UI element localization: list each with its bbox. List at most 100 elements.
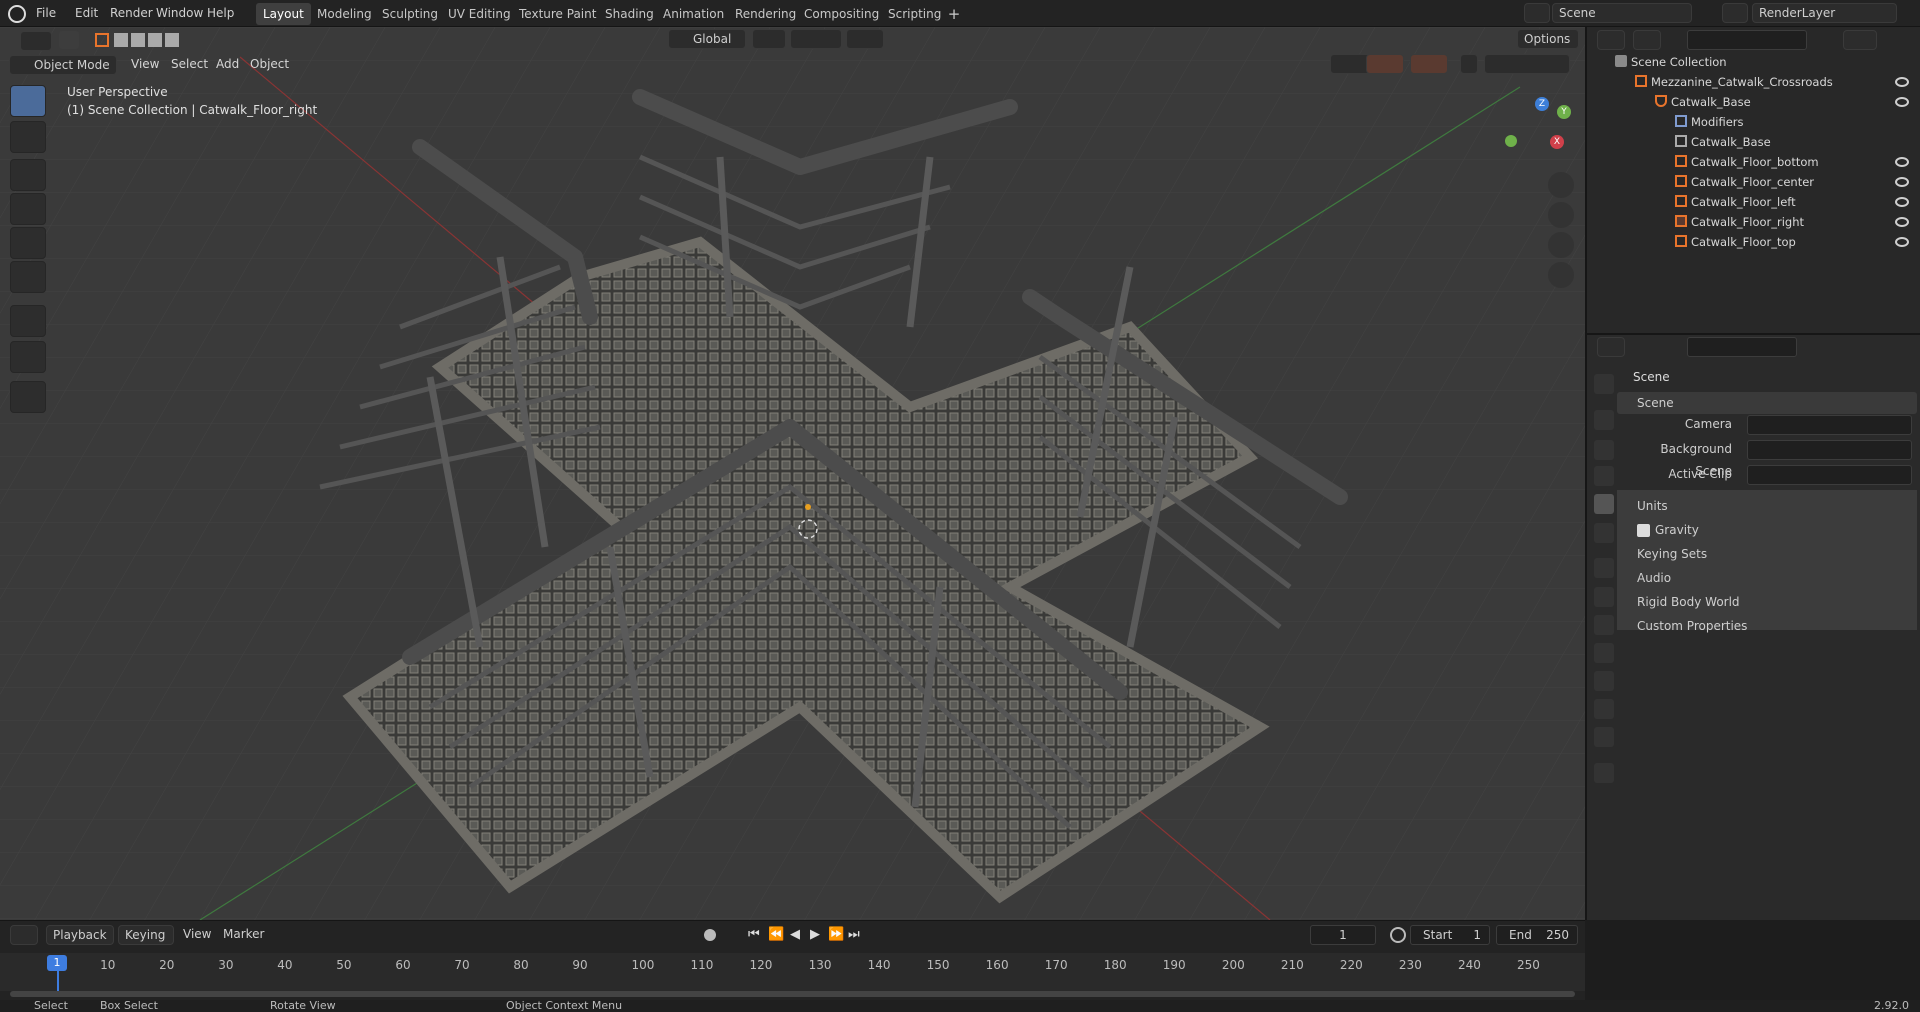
menu-file[interactable]: File bbox=[30, 4, 62, 23]
tool-tab-icon[interactable] bbox=[1594, 374, 1614, 394]
panel-rigid-body-world[interactable]: Rigid Body World bbox=[1637, 591, 1740, 613]
gizmo-y-icon[interactable]: Y bbox=[1557, 105, 1571, 119]
particles-tab-icon[interactable] bbox=[1594, 615, 1614, 635]
eye-icon[interactable] bbox=[1895, 237, 1909, 247]
material-tab-icon[interactable] bbox=[1594, 727, 1614, 747]
play-icon[interactable]: ▶ bbox=[810, 927, 820, 942]
jump-keyframe-back-icon[interactable]: ⏪ bbox=[768, 927, 784, 942]
view-layer-tab-icon[interactable] bbox=[1594, 466, 1614, 486]
measure-tool-icon[interactable] bbox=[10, 341, 46, 373]
add-cube-tool-icon[interactable] bbox=[10, 381, 46, 413]
eye-icon[interactable] bbox=[1895, 77, 1909, 87]
outliner-display-mode-icon[interactable] bbox=[1633, 30, 1661, 50]
gizmo-toggle-icon[interactable] bbox=[1366, 54, 1404, 74]
physics-tab-icon[interactable] bbox=[1594, 643, 1614, 663]
view-layer-icon[interactable] bbox=[1722, 3, 1748, 23]
add-workspace-icon[interactable]: + bbox=[944, 4, 964, 24]
gizmo-z-icon[interactable]: Z bbox=[1535, 97, 1549, 111]
select-mode-extend-icon[interactable] bbox=[114, 33, 128, 47]
jump-start-icon[interactable]: ⏮ bbox=[748, 927, 760, 942]
keying-menu[interactable]: Keying bbox=[118, 925, 174, 945]
timeline-scrollbar[interactable] bbox=[10, 991, 1575, 997]
render-tab-icon[interactable] bbox=[1594, 410, 1614, 430]
3d-viewport[interactable] bbox=[0, 27, 1585, 920]
tab-rendering[interactable]: Rendering bbox=[728, 3, 803, 25]
properties-search-input[interactable] bbox=[1687, 337, 1797, 357]
tab-texture-paint[interactable]: Texture Paint bbox=[512, 3, 603, 25]
data-tab-icon[interactable] bbox=[1594, 699, 1614, 719]
current-frame-field[interactable]: 1 bbox=[1310, 925, 1376, 945]
gravity-checkbox[interactable] bbox=[1637, 524, 1650, 537]
end-frame-field[interactable]: End 250 bbox=[1496, 925, 1578, 945]
outliner-filter-icon[interactable] bbox=[1843, 30, 1877, 50]
texture-tab-icon[interactable] bbox=[1594, 763, 1614, 783]
panel-audio[interactable]: Audio bbox=[1637, 567, 1671, 589]
modifier-tab-icon[interactable] bbox=[1594, 587, 1614, 607]
tab-modeling[interactable]: Modeling bbox=[310, 3, 379, 25]
select-box-tool-icon[interactable] bbox=[10, 85, 46, 117]
select-tool-icon[interactable] bbox=[58, 30, 80, 50]
select-mode-intersect-icon[interactable] bbox=[165, 33, 179, 47]
timeline-view-menu[interactable]: View bbox=[183, 927, 211, 941]
select-mode-invert-icon[interactable] bbox=[148, 33, 162, 47]
ortho-grid-icon[interactable] bbox=[1548, 262, 1574, 288]
outliner-editor-icon[interactable] bbox=[1597, 30, 1625, 50]
gizmo-neg-y-icon[interactable] bbox=[1505, 135, 1517, 147]
scale-tool-icon[interactable] bbox=[10, 227, 46, 259]
constraints-tab-icon[interactable] bbox=[1594, 671, 1614, 691]
outliner-row[interactable]: Catwalk_Floor_center bbox=[1587, 172, 1920, 192]
outliner-scene-collection[interactable]: Scene Collection bbox=[1587, 52, 1920, 72]
tab-scripting[interactable]: Scripting bbox=[881, 3, 948, 25]
camera-field[interactable] bbox=[1747, 415, 1912, 435]
tab-uv-editing[interactable]: UV Editing bbox=[441, 3, 518, 25]
eye-icon[interactable] bbox=[1895, 217, 1909, 227]
viewport-menu-view[interactable]: View bbox=[131, 55, 159, 73]
outliner-row[interactable]: Catwalk_Floor_top bbox=[1587, 232, 1920, 252]
xray-icon[interactable] bbox=[1460, 54, 1478, 74]
clock-icon[interactable] bbox=[1390, 927, 1406, 943]
panel-scene-header[interactable]: Scene bbox=[1617, 392, 1917, 414]
outliner-search-input[interactable] bbox=[1687, 30, 1807, 50]
play-reverse-icon[interactable]: ◀ bbox=[790, 927, 800, 942]
outliner-row[interactable]: Catwalk_Base bbox=[1587, 92, 1920, 112]
eye-icon[interactable] bbox=[1895, 97, 1909, 107]
jump-keyframe-forward-icon[interactable]: ⏩ bbox=[828, 927, 844, 942]
eye-icon[interactable] bbox=[1895, 157, 1909, 167]
camera-view-icon[interactable] bbox=[1548, 232, 1574, 258]
rotate-tool-icon[interactable] bbox=[10, 193, 46, 225]
viewport-menu-object[interactable]: Object bbox=[250, 55, 289, 73]
pivot-point-icon[interactable] bbox=[752, 29, 786, 49]
playback-menu[interactable]: Playback bbox=[46, 925, 114, 945]
tab-sculpting[interactable]: Sculpting bbox=[375, 3, 445, 25]
tab-compositing[interactable]: Compositing bbox=[797, 3, 886, 25]
world-tab-icon[interactable] bbox=[1594, 523, 1614, 543]
object-mode-dropdown[interactable]: Object Mode bbox=[9, 55, 117, 75]
tab-shading[interactable]: Shading bbox=[598, 3, 661, 25]
blender-logo-icon[interactable] bbox=[8, 5, 26, 23]
gizmo-x-icon[interactable]: X bbox=[1550, 135, 1564, 149]
record-icon[interactable] bbox=[704, 929, 716, 941]
outliner-row[interactable]: Catwalk_Base bbox=[1587, 132, 1920, 152]
timeline-marker-menu[interactable]: Marker bbox=[223, 927, 264, 941]
playhead[interactable]: 1 bbox=[47, 955, 67, 971]
panel-custom-properties[interactable]: Custom Properties bbox=[1637, 615, 1747, 637]
cursor-tool-icon[interactable] bbox=[10, 121, 46, 153]
tab-layout[interactable]: Layout bbox=[256, 3, 311, 25]
transform-orientation-dropdown[interactable]: Global bbox=[668, 29, 746, 49]
proportional-edit-icon[interactable] bbox=[846, 29, 884, 49]
transform-tool-icon[interactable] bbox=[10, 261, 46, 293]
active-clip-field[interactable] bbox=[1747, 465, 1912, 485]
options-dropdown[interactable]: Options bbox=[1517, 29, 1579, 49]
outliner-row[interactable]: Catwalk_Floor_left bbox=[1587, 192, 1920, 212]
annotate-tool-icon[interactable] bbox=[10, 305, 46, 337]
snap-icon[interactable] bbox=[790, 29, 842, 49]
move-tool-icon[interactable] bbox=[10, 159, 46, 191]
panel-keying-sets[interactable]: Keying Sets bbox=[1637, 543, 1707, 565]
viewport-menu-select[interactable]: Select bbox=[171, 55, 208, 73]
viewport-menu-add[interactable]: Add bbox=[216, 55, 239, 73]
panel-gravity[interactable]: Gravity bbox=[1655, 519, 1699, 541]
output-tab-icon[interactable] bbox=[1594, 440, 1614, 460]
eye-icon[interactable] bbox=[1895, 177, 1909, 187]
eye-icon[interactable] bbox=[1895, 197, 1909, 207]
panel-units[interactable]: Units bbox=[1637, 495, 1668, 517]
